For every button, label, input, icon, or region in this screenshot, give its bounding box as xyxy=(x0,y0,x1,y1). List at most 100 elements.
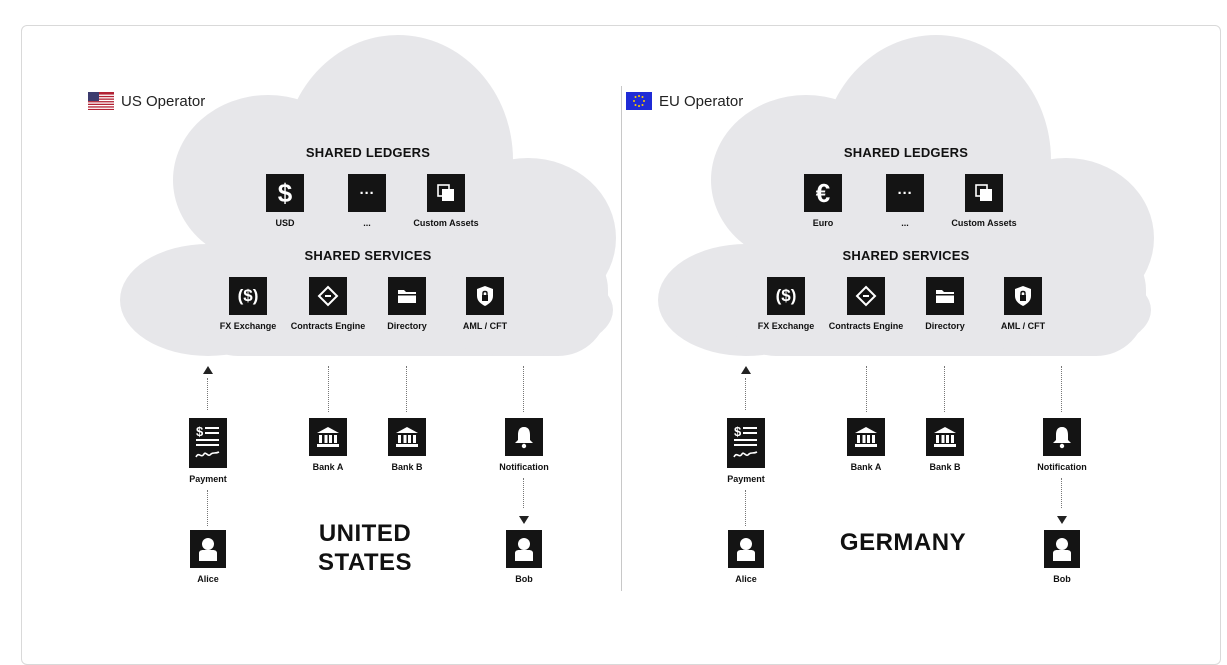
bank-icon xyxy=(926,418,964,456)
euro-icon: € xyxy=(804,174,842,212)
participant-label: Notification xyxy=(1037,462,1087,472)
service-aml-cft: AML / CFT xyxy=(978,277,1068,331)
person-icon xyxy=(506,530,542,568)
bob: Bob xyxy=(1017,530,1107,584)
folder-icon xyxy=(926,277,964,315)
participant-label: Notification xyxy=(499,462,549,472)
country-line-2: STATES xyxy=(317,549,413,576)
participant-label: Bank B xyxy=(391,462,423,472)
country-name: GERMANY xyxy=(823,528,983,557)
participant-label: Bob xyxy=(515,574,533,584)
notification: Notification xyxy=(1017,418,1107,472)
more-icon: ··· xyxy=(886,174,924,212)
person-icon xyxy=(190,530,226,568)
participant-label: Bob xyxy=(1053,574,1071,584)
fx-exchange-icon: ($) xyxy=(767,277,805,315)
connector-line xyxy=(745,378,746,410)
service-aml-cft: AML / CFT xyxy=(440,277,530,331)
service-label: Contracts Engine xyxy=(290,321,366,331)
participant-label: Payment xyxy=(727,474,765,484)
bank-b: Bank B xyxy=(900,418,990,472)
shared-ledgers-title: SHARED LEDGERS xyxy=(305,145,431,160)
bank-a: Bank A xyxy=(821,418,911,472)
connector-line xyxy=(406,366,407,412)
contracts-engine-icon xyxy=(309,277,347,315)
shield-icon xyxy=(1004,277,1042,315)
shared-services-title: SHARED SERVICES xyxy=(304,248,432,263)
ledger-custom-assets: Custom Assets xyxy=(939,174,1029,228)
alice: Alice xyxy=(163,530,253,584)
participant-label: Payment xyxy=(189,474,227,484)
notification: Notification xyxy=(479,418,569,472)
ledger-usd: $ USD xyxy=(240,174,330,228)
service-contracts-engine: Contracts Engine xyxy=(283,277,373,331)
connector-line xyxy=(328,366,329,412)
service-label: FX Exchange xyxy=(219,321,277,331)
connector-line xyxy=(866,366,867,412)
arrow-up-icon xyxy=(741,366,751,374)
svg-text:$: $ xyxy=(734,424,742,439)
ledger-euro: € Euro xyxy=(778,174,868,228)
payment: $ Payment xyxy=(701,418,791,484)
service-label: Directory xyxy=(387,321,427,331)
service-directory: Directory xyxy=(362,277,452,331)
us-panel: US Operator SHARED LEDGERS $ USD ··· ...… xyxy=(88,0,648,651)
ledger-more: ··· ... xyxy=(322,174,412,228)
service-fx-exchange: ($) FX Exchange xyxy=(203,277,293,331)
custom-assets-icon xyxy=(965,174,1003,212)
custom-assets-icon xyxy=(427,174,465,212)
shield-icon xyxy=(466,277,504,315)
bob: Bob xyxy=(479,530,569,584)
participant-label: Bank A xyxy=(850,462,882,472)
shared-services-title: SHARED SERVICES xyxy=(842,248,970,263)
more-icon: ··· xyxy=(348,174,386,212)
ledger-label: USD xyxy=(275,218,295,228)
arrow-down-icon xyxy=(1057,516,1067,524)
payment-document-icon: $ xyxy=(189,418,227,468)
country-line-1: GERMANY xyxy=(839,529,967,556)
person-icon xyxy=(728,530,764,568)
bank-icon xyxy=(847,418,885,456)
service-label: AML / CFT xyxy=(462,321,508,331)
service-fx-exchange: ($) FX Exchange xyxy=(741,277,831,331)
bell-icon xyxy=(505,418,543,456)
connector-line xyxy=(745,490,746,526)
ledger-label: ... xyxy=(363,218,371,228)
service-directory: Directory xyxy=(900,277,990,331)
participant-label: Alice xyxy=(735,574,757,584)
participant-label: Bank A xyxy=(312,462,344,472)
service-label: Contracts Engine xyxy=(828,321,904,331)
bank-icon xyxy=(388,418,426,456)
participant-label: Bank B xyxy=(929,462,961,472)
ledger-custom-assets: Custom Assets xyxy=(401,174,491,228)
connector-line xyxy=(523,478,524,508)
payment-document-icon: $ xyxy=(727,418,765,468)
shared-ledgers-title: SHARED LEDGERS xyxy=(843,145,969,160)
ledger-label: Euro xyxy=(812,218,834,228)
payment: $ Payment xyxy=(163,418,253,484)
connector-line xyxy=(1061,478,1062,508)
connector-line xyxy=(1061,366,1062,412)
eu-panel: EU Operator SHARED LEDGERS € Euro ··· ..… xyxy=(626,0,1186,651)
ledger-label: Custom Assets xyxy=(413,218,479,228)
bank-b: Bank B xyxy=(362,418,452,472)
service-contracts-engine: Contracts Engine xyxy=(821,277,911,331)
connector-line xyxy=(523,366,524,412)
svg-text:$: $ xyxy=(196,424,204,439)
service-label: Directory xyxy=(925,321,965,331)
country-name: UNITED STATES xyxy=(285,519,445,577)
alice: Alice xyxy=(701,530,791,584)
arrow-down-icon xyxy=(519,516,529,524)
ledger-more: ··· ... xyxy=(860,174,950,228)
folder-icon xyxy=(388,277,426,315)
country-line-1: UNITED xyxy=(318,520,412,547)
connector-line xyxy=(207,490,208,526)
participant-label: Alice xyxy=(197,574,219,584)
connector-line xyxy=(207,378,208,410)
fx-exchange-icon: ($) xyxy=(229,277,267,315)
dollar-icon: $ xyxy=(266,174,304,212)
connector-line xyxy=(944,366,945,412)
service-label: FX Exchange xyxy=(757,321,815,331)
service-label: AML / CFT xyxy=(1000,321,1046,331)
bank-icon xyxy=(309,418,347,456)
